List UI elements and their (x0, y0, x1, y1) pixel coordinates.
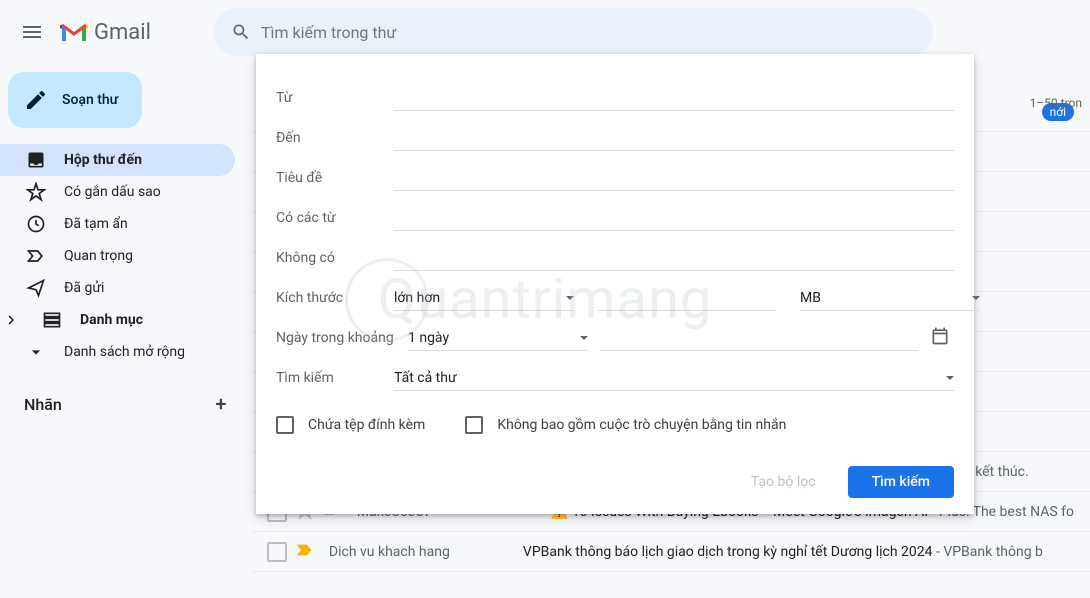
search-button[interactable]: Tìm kiếm (848, 466, 954, 498)
gmail-logo-icon (60, 21, 88, 43)
hamburger-icon (20, 20, 44, 44)
nav-more[interactable]: Danh sách mở rộng (0, 336, 235, 368)
search-bar[interactable] (213, 8, 933, 56)
size-operator-select[interactable]: lớn hơn (394, 286, 574, 311)
checkbox-icon (276, 416, 294, 434)
nav-important[interactable]: Quan trọng (0, 240, 235, 272)
nav-snoozed[interactable]: Đã tạm ẩn (0, 208, 235, 240)
search-icon-button[interactable] (221, 12, 261, 52)
nav-sent[interactable]: Đã gửi (0, 272, 235, 304)
labels-header: Nhãn + (0, 388, 251, 420)
search-in-label: Tìm kiếm (276, 370, 394, 386)
clock-icon (26, 214, 46, 234)
size-unit-select[interactable]: MB (800, 286, 980, 311)
nav-label: Hộp thư đến (64, 152, 142, 168)
inbox-icon (26, 150, 46, 170)
advanced-search-panel: Từ Đến Tiêu đề Có các từ Không có Kích t… (256, 54, 974, 514)
main-menu-button[interactable] (8, 8, 56, 56)
nav-label: Danh mục (80, 312, 143, 328)
star-toggle[interactable] (295, 540, 315, 564)
not-has-label: Không có (276, 250, 394, 266)
date-input[interactable] (600, 326, 918, 351)
chevron-down-icon (26, 342, 46, 362)
send-icon (26, 278, 46, 298)
logo-text: Gmail (94, 20, 151, 45)
labels-title: Nhãn (24, 395, 62, 414)
nav-inbox[interactable]: Hộp thư đến (0, 144, 235, 176)
exclude-chats-checkbox[interactable]: Không bao gồm cuộc trò chuyện bằng tin n… (465, 416, 786, 434)
date-range-select[interactable]: 1 ngày (408, 326, 588, 351)
subject-input[interactable] (394, 166, 954, 191)
create-filter-button[interactable]: Tạo bộ lọc (727, 466, 840, 498)
compose-button[interactable]: Soạn thư (8, 72, 142, 128)
subject-label: Tiêu đề (276, 170, 394, 186)
has-attachment-checkbox[interactable]: Chứa tệp đính kèm (276, 416, 425, 434)
nav-categories[interactable]: Danh mục (0, 304, 235, 336)
pager-text: 1–50 tron (1030, 96, 1082, 110)
from-input[interactable] (394, 86, 954, 111)
checkbox-icon (465, 416, 483, 434)
categories-icon (42, 310, 62, 330)
compose-label: Soạn thư (62, 92, 118, 108)
add-label-button[interactable]: + (207, 390, 235, 418)
row-checkbox[interactable] (267, 542, 287, 562)
nav-label: Có gắn dấu sao (64, 184, 161, 200)
important-icon (26, 246, 46, 266)
sender: Dich vu khach hang (329, 544, 515, 560)
sidebar: Soạn thư Hộp thư đến Có gắn dấu sao Đã t… (0, 64, 251, 598)
has-words-input[interactable] (394, 206, 954, 231)
calendar-icon (930, 326, 950, 346)
from-label: Từ (276, 90, 394, 106)
message-row[interactable]: Dich vu khach hang VPBank thông báo lịch… (251, 532, 1090, 572)
chevron-down-icon (972, 296, 980, 300)
chevron-down-icon (580, 336, 588, 340)
size-value-input[interactable] (598, 286, 776, 311)
nav-starred[interactable]: Có gắn dấu sao (0, 176, 235, 208)
has-words-label: Có các từ (276, 210, 394, 226)
chevron-down-icon (566, 296, 574, 300)
not-has-input[interactable] (394, 246, 954, 271)
gmail-logo[interactable]: Gmail (60, 20, 151, 45)
date-label: Ngày trong khoảng (276, 330, 408, 346)
nav-label: Đã tạm ẩn (64, 216, 128, 232)
search-input[interactable] (261, 23, 925, 42)
nav-label: Quan trọng (64, 248, 133, 264)
nav-label: Danh sách mở rộng (64, 344, 185, 360)
subject-line: VPBank thông báo lịch giao dịch trong kỳ… (523, 544, 1074, 560)
calendar-button[interactable] (930, 326, 954, 350)
pencil-icon (24, 88, 48, 112)
nav-label: Đã gửi (64, 280, 104, 296)
star-icon (26, 182, 46, 202)
search-in-select[interactable]: Tất cả thư (394, 366, 954, 391)
size-label: Kích thước (276, 290, 394, 306)
to-input[interactable] (394, 126, 954, 151)
to-label: Đến (276, 130, 394, 146)
search-icon (231, 22, 251, 42)
chevron-down-icon (946, 376, 954, 380)
caret-right-icon (6, 315, 26, 325)
